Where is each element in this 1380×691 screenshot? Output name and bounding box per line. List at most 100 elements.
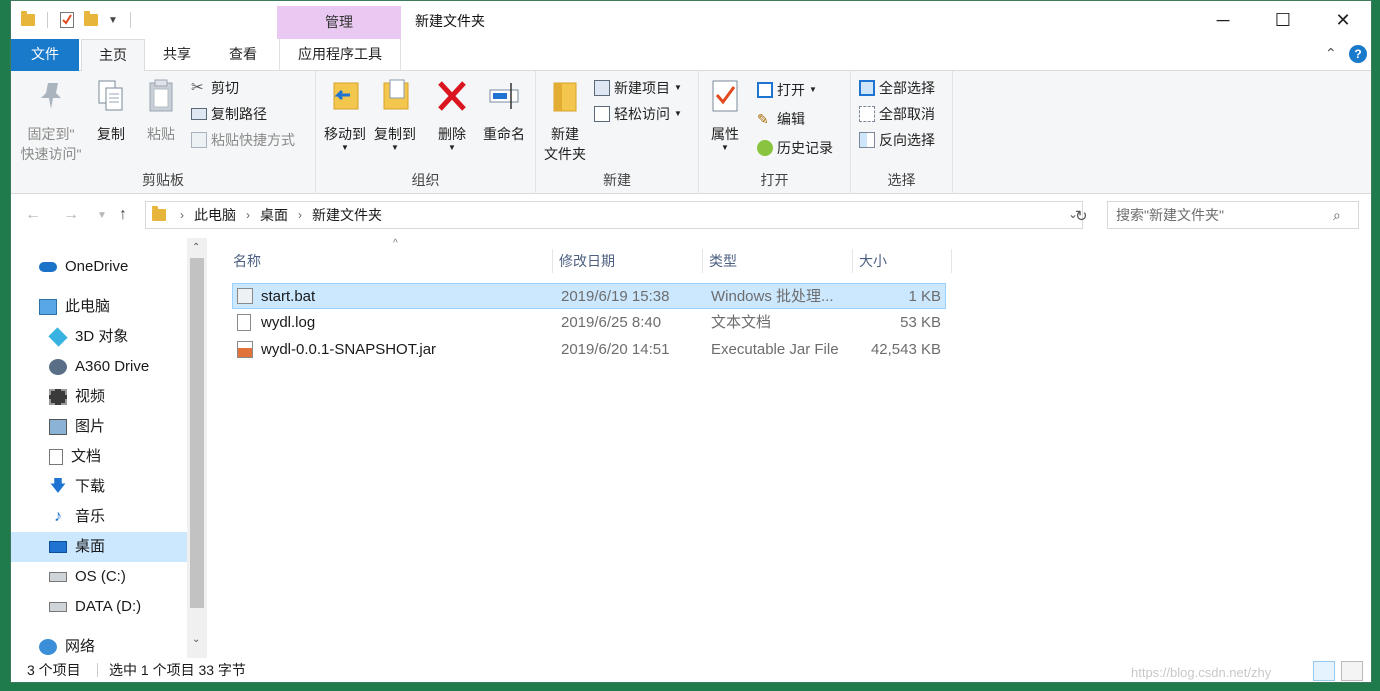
file-type: Executable Jar File xyxy=(711,341,839,358)
scroll-up-icon[interactable]: ⌃ xyxy=(192,242,200,253)
easy-access-icon xyxy=(594,106,610,122)
new-folder-icon[interactable] xyxy=(84,11,98,26)
table-row[interactable]: wydl-0.0.1-SNAPSHOT.jar 2019/6/20 14:51 … xyxy=(232,337,946,363)
edit-button[interactable]: ✎ 编辑 xyxy=(757,108,805,130)
open-label: 打开 xyxy=(777,82,805,98)
new-item-button[interactable]: 新建项目 ▼ xyxy=(594,77,682,99)
breadcrumb-current-folder[interactable]: 新建文件夹 xyxy=(312,205,382,225)
desktop-background xyxy=(0,0,10,691)
nav-item-desktop[interactable]: 桌面 xyxy=(11,532,187,562)
nav-item-music[interactable]: ♪ 音乐 xyxy=(49,502,187,532)
copy-path-button[interactable]: 复制路径 xyxy=(191,103,267,125)
nav-item-pictures[interactable]: 图片 xyxy=(49,412,187,442)
help-icon[interactable]: ? xyxy=(1349,45,1367,63)
breadcrumb-chevron-icon[interactable]: › xyxy=(180,208,184,222)
search-input[interactable]: 搜索"新建文件夹" xyxy=(1107,201,1359,229)
copy-icon xyxy=(98,80,123,111)
copy-to-button[interactable]: 复制到 ▼ xyxy=(370,77,420,152)
column-header-date[interactable]: 修改日期 xyxy=(552,249,702,273)
paste-shortcut-icon xyxy=(191,132,207,148)
download-icon: 🡇 xyxy=(49,478,67,495)
paste-button[interactable]: 粘贴 xyxy=(139,77,183,144)
select-all-label: 全部选择 xyxy=(879,80,935,96)
new-folder-button[interactable]: 新建 文件夹 xyxy=(540,77,590,164)
select-all-button[interactable]: 全部选择 xyxy=(859,77,935,99)
recent-locations-icon[interactable]: ▼ xyxy=(97,210,107,221)
breadcrumb-chevron-icon[interactable]: › xyxy=(298,208,302,222)
open-button[interactable]: 打开 ▼ xyxy=(757,79,817,101)
minimize-button[interactable]: ─ xyxy=(1193,1,1253,39)
nav-item-a360-drive[interactable]: A360 Drive xyxy=(49,352,187,382)
nav-item-onedrive[interactable]: OneDrive xyxy=(39,252,187,282)
nav-item-data-d[interactable]: DATA (D:) xyxy=(49,592,187,622)
tab-view[interactable]: 查看 xyxy=(215,39,271,71)
copy-button[interactable]: 复制 xyxy=(89,77,133,144)
sort-ascending-icon: ^ xyxy=(393,238,398,249)
copy-to-dropdown-icon: ▼ xyxy=(391,143,399,152)
nav-item-this-pc[interactable]: 此电脑 xyxy=(39,292,187,322)
maximize-button[interactable]: ☐ xyxy=(1253,1,1313,39)
tab-application-tools[interactable]: 应用程序工具 xyxy=(279,39,401,71)
title-bar: ▼ 管理 新建文件夹 ─ ☐ ✕ xyxy=(11,1,1371,39)
cut-button[interactable]: ✂ 剪切 xyxy=(191,77,239,99)
up-arrow-icon[interactable]: ↑ xyxy=(119,206,127,224)
breadcrumb-this-pc[interactable]: 此电脑 xyxy=(194,205,236,225)
folder-icon[interactable] xyxy=(21,11,35,26)
large-icons-view-icon[interactable] xyxy=(1341,661,1363,681)
column-header-type[interactable]: 类型 xyxy=(702,249,852,273)
close-button[interactable]: ✕ xyxy=(1313,1,1371,39)
breadcrumb-chevron-icon[interactable]: › xyxy=(246,208,250,222)
back-arrow-icon[interactable]: ← xyxy=(25,206,41,224)
table-row[interactable]: wydl.log 2019/6/25 8:40 文本文档 53 KB xyxy=(232,310,946,336)
nav-scrollbar[interactable]: ⌃ ⌄ xyxy=(187,238,207,658)
delete-button[interactable]: 删除 ▼ xyxy=(432,77,472,152)
nav-item-3d-objects[interactable]: 3D 对象 xyxy=(48,322,187,352)
select-none-button[interactable]: 全部取消 xyxy=(859,103,935,125)
clipboard-group-label: 剪贴板 xyxy=(142,172,184,188)
nav-item-label: OS (C:) xyxy=(75,568,126,585)
customize-dropdown-icon[interactable]: ▼ xyxy=(108,15,118,26)
nav-item-label: 此电脑 xyxy=(65,298,111,315)
paste-shortcut-button[interactable]: 粘贴快捷方式 xyxy=(191,129,295,151)
scroll-down-icon[interactable]: ⌄ xyxy=(192,634,200,645)
pin-icon xyxy=(41,83,61,109)
pin-quick-access-button[interactable]: 固定到" 快速访问" xyxy=(15,77,87,164)
item-count: 3 个项目 xyxy=(27,662,81,678)
manage-tab[interactable]: 管理 xyxy=(277,6,401,39)
select-none-icon xyxy=(859,106,875,122)
refresh-icon[interactable]: ↻ xyxy=(1075,207,1088,225)
column-header-name[interactable]: 名称 xyxy=(227,249,552,273)
nav-item-videos[interactable]: 视频 xyxy=(49,382,187,412)
organize-group: 移动到 ▼ 复制到 ▼ 删除 ▼ 重命名 组织 xyxy=(316,71,536,194)
history-icon xyxy=(757,140,773,156)
properties-check-icon[interactable] xyxy=(60,12,74,28)
tab-file[interactable]: 文件 xyxy=(11,39,79,71)
nav-item-label: 音乐 xyxy=(75,508,106,525)
nav-item-documents[interactable]: 文档 xyxy=(49,442,187,472)
collapse-ribbon-icon[interactable]: ⌃ xyxy=(1325,45,1337,62)
move-to-button[interactable]: 移动到 ▼ xyxy=(320,77,370,152)
properties-button[interactable]: 属性 ▼ xyxy=(703,77,747,152)
table-row[interactable]: start.bat 2019/6/19 15:38 Windows 批处理...… xyxy=(232,283,946,309)
pin-label-line1: 固定到" xyxy=(27,126,75,142)
rename-button[interactable]: 重命名 xyxy=(478,77,530,144)
tab-home[interactable]: 主页 xyxy=(81,39,145,72)
file-type: 文本文档 xyxy=(711,314,772,331)
details-view-icon[interactable] xyxy=(1313,661,1335,681)
invert-selection-button[interactable]: 反向选择 xyxy=(859,129,935,151)
selection-info: 选中 1 个项目 33 字节 xyxy=(109,662,246,678)
nav-scrollbar-thumb[interactable] xyxy=(190,258,204,608)
history-button[interactable]: 历史记录 xyxy=(757,137,833,159)
breadcrumb-desktop[interactable]: 桌面 xyxy=(260,205,288,225)
easy-access-button[interactable]: 轻松访问 ▼ xyxy=(594,103,682,125)
search-icon[interactable]: ⌕ xyxy=(1333,207,1341,224)
nav-item-os-c[interactable]: OS (C:) xyxy=(49,562,187,592)
history-label: 历史记录 xyxy=(777,140,833,156)
music-icon: ♪ xyxy=(54,508,62,525)
forward-arrow-icon[interactable]: → xyxy=(63,206,79,224)
column-header-size[interactable]: 大小 xyxy=(852,249,952,273)
tab-share[interactable]: 共享 xyxy=(149,39,205,71)
file-name: wydl.log xyxy=(261,314,316,331)
address-field[interactable]: › 此电脑 › 桌面 › 新建文件夹 ⌄ xyxy=(145,201,1083,229)
nav-item-downloads[interactable]: 🡇 下载 xyxy=(49,472,187,502)
